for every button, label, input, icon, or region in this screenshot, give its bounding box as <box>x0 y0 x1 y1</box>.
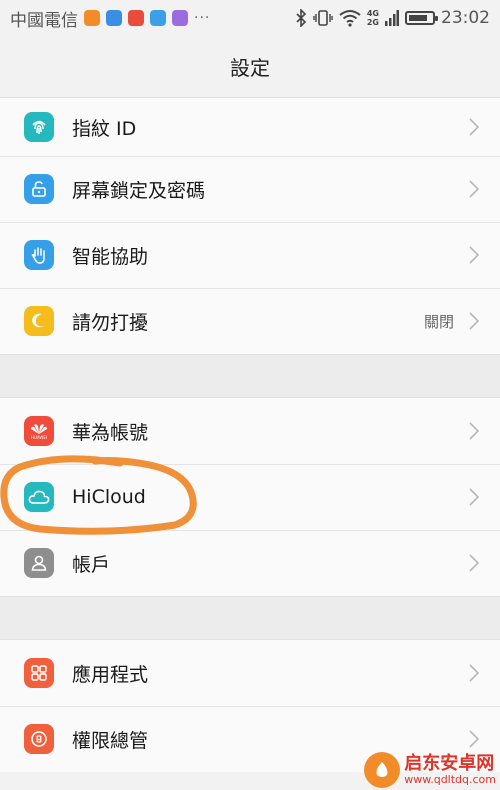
settings-item-label: 帳戶 <box>72 553 111 576</box>
settings-item-label: 請勿打擾 <box>72 311 149 334</box>
settings-item-screen-lock[interactable]: 屏幕鎖定及密碼 <box>0 156 500 222</box>
chevron-right-icon <box>468 553 480 573</box>
chevron-right-icon <box>468 179 480 199</box>
watermark: 启东安卓网 www.qdltdq.com <box>364 752 496 788</box>
vibrate-icon <box>313 9 333 27</box>
more-notifications: ··· <box>194 10 211 26</box>
chevron-right-icon <box>468 245 480 265</box>
watermark-url: www.qdltdq.com <box>404 772 496 786</box>
cloud-icon <box>24 482 54 512</box>
gallery-app-icon <box>172 10 188 26</box>
page-title: 設定 <box>230 56 270 80</box>
lock-icon <box>24 174 54 204</box>
chevron-right-icon <box>468 663 480 683</box>
chevron-right-icon <box>468 729 480 749</box>
chevron-right-icon <box>468 487 480 507</box>
user-icon <box>24 548 54 578</box>
settings-item-fingerprint[interactable]: 指紋 ID <box>0 98 500 156</box>
chevron-right-icon <box>468 311 480 331</box>
chevron-right-icon <box>468 421 480 441</box>
carrier-name: 中國電信 <box>10 10 78 31</box>
section-divider <box>0 354 500 398</box>
settings-item-accounts[interactable]: 帳戶 <box>0 530 500 596</box>
settings-group-2: HUAWEI 華為帳號 HiCloud 帳戶 <box>0 398 500 596</box>
settings-item-label: 權限總管 <box>72 729 149 752</box>
bluetooth-icon <box>295 9 307 27</box>
apps-icon <box>24 658 54 688</box>
moon-icon <box>24 306 54 336</box>
wifi-icon <box>339 9 361 27</box>
section-divider <box>0 596 500 640</box>
settings-item-label: 應用程式 <box>72 663 149 686</box>
settings-item-label: 屏幕鎖定及密碼 <box>72 179 206 202</box>
settings-group-1: 指紋 ID 屏幕鎖定及密碼 智能協助 請勿打擾 關閉 <box>0 98 500 354</box>
settings-item-do-not-disturb[interactable]: 請勿打擾 關閉 <box>0 288 500 354</box>
settings-item-label: 華為帳號 <box>72 421 149 444</box>
permission-icon <box>24 724 54 754</box>
settings-item-smart-assist[interactable]: 智能協助 <box>0 222 500 288</box>
status-bar: 中國電信 ··· 4G 2G 23:02 <box>0 0 500 36</box>
dnd-status-value: 關閉 <box>423 312 454 331</box>
watermark-name: 启东安卓网 <box>404 753 495 775</box>
huawei-icon: HUAWEI <box>24 416 54 446</box>
settings-item-label: 智能協助 <box>72 245 149 268</box>
page-title-bar: 設定 <box>0 36 500 98</box>
hand-icon <box>24 240 54 270</box>
network-type: 4G 2G <box>366 9 379 27</box>
settings-item-apps[interactable]: 應用程式 <box>0 640 500 706</box>
fingerprint-icon <box>24 112 54 142</box>
watermark-logo-icon <box>364 752 401 788</box>
huawei-icon-text: HUAWEI <box>30 434 48 440</box>
u-app-icon <box>106 10 122 26</box>
settings-item-huawei-account[interactable]: HUAWEI 華為帳號 <box>0 398 500 464</box>
news-app-icon <box>128 10 144 26</box>
signal-icon <box>385 9 399 27</box>
settings-item-hicloud[interactable]: HiCloud <box>0 464 500 530</box>
settings-item-label: 指紋 ID <box>72 117 137 140</box>
chevron-right-icon <box>468 117 480 137</box>
message-app-icon <box>150 10 166 26</box>
settings-item-label: HiCloud <box>72 486 146 508</box>
battery-icon <box>405 11 438 25</box>
clock: 23:02 <box>441 8 490 28</box>
weibo-app-icon <box>84 10 100 26</box>
